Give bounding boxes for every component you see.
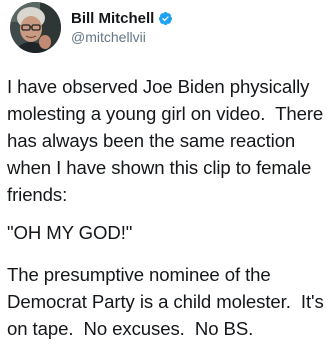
tweet-body: I have observed Joe Biden physically mol… [7, 73, 329, 342]
verified-badge-icon [159, 11, 173, 25]
tweet-paragraph-3: The presumptive nominee of the Democrat … [7, 264, 329, 339]
avatar[interactable] [10, 2, 61, 53]
author-name-row[interactable]: Bill Mitchell [71, 8, 173, 28]
avatar-photo [10, 2, 61, 53]
tweet-paragraph-1: I have observed Joe Biden physically mol… [7, 76, 329, 205]
author-display-name[interactable]: Bill Mitchell [71, 10, 154, 27]
tweet-paragraph-2: "OH MY GOD!" [7, 222, 133, 243]
author-handle[interactable]: @mitchellvii [71, 29, 146, 45]
tweet-card: Bill Mitchell @mitchellvii I have observ… [0, 0, 330, 364]
